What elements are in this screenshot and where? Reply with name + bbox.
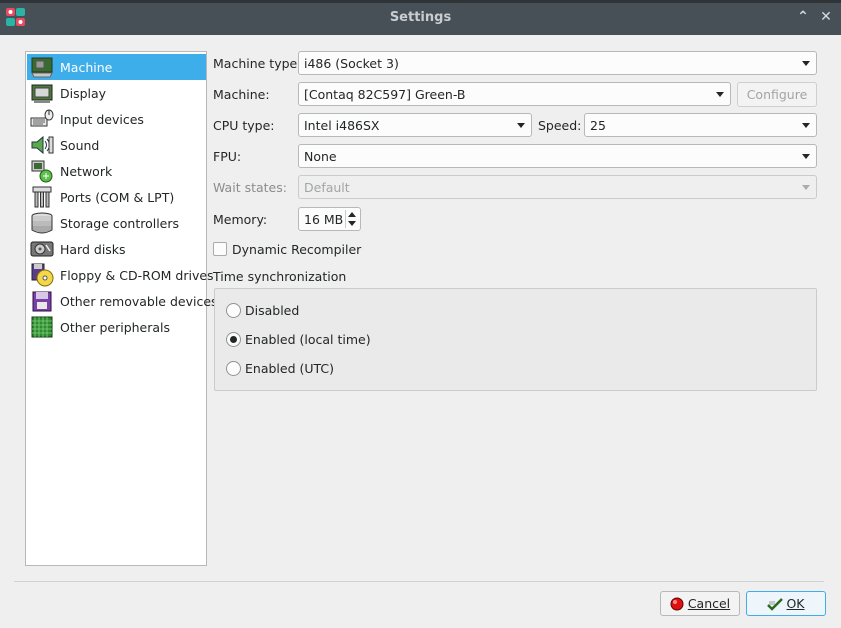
spin-up-icon[interactable] bbox=[348, 212, 356, 217]
input-devices-icon bbox=[30, 109, 54, 127]
machine-value: [Contaq 82C597] Green-B bbox=[304, 86, 466, 102]
sidebar-item-network[interactable]: Network bbox=[27, 158, 206, 184]
sidebar-item-machine[interactable]: Machine bbox=[27, 54, 206, 80]
title-bar[interactable]: Settings ⌃ ✕ bbox=[0, 0, 841, 35]
cancel-button[interactable]: Cancel bbox=[660, 591, 740, 616]
configure-button[interactable]: Configure bbox=[737, 82, 817, 107]
sidebar-item-label: Input devices bbox=[60, 111, 144, 127]
machine-type-select[interactable]: i486 (Socket 3) bbox=[298, 51, 817, 75]
wait-states-label: Wait states: bbox=[213, 180, 287, 195]
spin-down-icon[interactable] bbox=[348, 221, 356, 226]
sidebar-item-label: Network bbox=[60, 163, 113, 179]
speed-label: Speed: bbox=[538, 118, 582, 133]
chevron-down-icon bbox=[802, 154, 810, 159]
memory-spinbox[interactable]: 16 MB bbox=[298, 207, 361, 231]
sidebar-item-display[interactable]: Display bbox=[27, 80, 206, 106]
time-sync-local-label[interactable]: Enabled (local time) bbox=[245, 332, 371, 347]
button-box-divider bbox=[14, 581, 824, 582]
machine-icon bbox=[31, 57, 53, 78]
time-sync-local-radio[interactable] bbox=[226, 332, 241, 347]
window-title: Settings bbox=[389, 10, 452, 25]
time-sync-utc-label[interactable]: Enabled (UTC) bbox=[245, 361, 334, 376]
sidebar-item-sound[interactable]: Sound bbox=[27, 132, 206, 158]
speed-value: 25 bbox=[590, 117, 606, 133]
hard-disks-icon bbox=[30, 241, 54, 257]
memory-label: Memory: bbox=[213, 212, 268, 227]
network-icon bbox=[31, 160, 53, 183]
sound-icon bbox=[31, 135, 54, 155]
settings-window: Settings ⌃ ✕ Machine Display Input devic… bbox=[0, 0, 841, 628]
cpu-type-select[interactable]: Intel i486SX bbox=[298, 113, 532, 137]
fpu-value: None bbox=[304, 148, 337, 164]
memory-value: 16 MB bbox=[304, 211, 344, 227]
time-sync-disabled-radio[interactable] bbox=[226, 303, 241, 318]
fpu-label: FPU: bbox=[213, 149, 242, 164]
spin-separator bbox=[345, 210, 346, 228]
sidebar-item-label: Sound bbox=[60, 137, 100, 153]
title-bar-edge bbox=[0, 0, 841, 3]
wait-states-value: Default bbox=[304, 179, 350, 195]
dynamic-recompiler-checkbox[interactable] bbox=[213, 242, 227, 256]
machine-label: Machine: bbox=[213, 87, 270, 102]
sidebar-item-label: Storage controllers bbox=[60, 215, 180, 231]
machine-select[interactable]: [Contaq 82C597] Green-B bbox=[298, 82, 731, 106]
chevron-down-icon bbox=[716, 92, 724, 97]
sidebar-item-ports[interactable]: Ports (COM & LPT) bbox=[27, 184, 206, 210]
sidebar-item-removable-devices[interactable]: Other removable devices bbox=[27, 288, 218, 314]
speed-select[interactable]: 25 bbox=[584, 113, 817, 137]
display-icon bbox=[31, 84, 53, 103]
ok-label: OK bbox=[786, 596, 805, 611]
sidebar-item-floppy-cdrom[interactable]: Floppy & CD-ROM drives bbox=[27, 262, 214, 288]
close-icon[interactable]: ✕ bbox=[817, 8, 835, 26]
storage-controllers-icon bbox=[31, 212, 53, 234]
cpu-type-value: Intel i486SX bbox=[304, 117, 380, 133]
settings-category-list[interactable]: Machine Display Input devices Sound Netw… bbox=[25, 51, 218, 566]
time-sync-heading: Time synchronization bbox=[213, 269, 347, 284]
sidebar-item-storage-controllers[interactable]: Storage controllers bbox=[27, 210, 206, 236]
time-sync-utc-radio[interactable] bbox=[226, 361, 241, 376]
sidebar-item-label: Display bbox=[60, 85, 107, 101]
fpu-select[interactable]: None bbox=[298, 144, 817, 168]
chevron-down-icon bbox=[802, 123, 810, 128]
chevron-down-icon bbox=[802, 185, 810, 190]
sidebar-item-other-peripherals[interactable]: Other peripherals bbox=[27, 314, 206, 340]
chevron-down-icon bbox=[517, 123, 525, 128]
cpu-type-label: CPU type: bbox=[213, 118, 275, 133]
ports-icon bbox=[32, 186, 52, 208]
sidebar-item-label: Ports (COM & LPT) bbox=[60, 189, 175, 205]
machine-type-label: Machine type: bbox=[213, 56, 302, 71]
ok-button[interactable]: OK bbox=[746, 591, 826, 616]
removable-devices-icon bbox=[32, 291, 52, 312]
checkmark-icon bbox=[767, 597, 784, 611]
sidebar-item-label: Hard disks bbox=[60, 241, 126, 257]
sidebar-item-hard-disks[interactable]: Hard disks bbox=[27, 236, 206, 262]
wait-states-select[interactable]: Default bbox=[298, 175, 817, 199]
time-sync-disabled-label[interactable]: Disabled bbox=[245, 303, 299, 318]
dynamic-recompiler-label[interactable]: Dynamic Recompiler bbox=[232, 242, 361, 257]
machine-type-value: i486 (Socket 3) bbox=[304, 55, 399, 71]
floppy-cdrom-icon bbox=[31, 263, 54, 287]
time-sync-group: Disabled Enabled (local time) Enabled (U… bbox=[214, 288, 817, 391]
app-icon bbox=[6, 8, 25, 26]
cancel-label: Cancel bbox=[687, 596, 731, 611]
collapse-icon[interactable]: ⌃ bbox=[794, 8, 812, 26]
sidebar-item-label: Other peripherals bbox=[60, 319, 171, 335]
sidebar-item-input-devices[interactable]: Input devices bbox=[27, 106, 206, 132]
sidebar-item-label: Floppy & CD-ROM drives bbox=[60, 267, 214, 283]
peripherals-icon bbox=[31, 316, 53, 338]
sidebar-item-label: Machine bbox=[60, 59, 113, 75]
sidebar-item-label: Other removable devices bbox=[60, 293, 218, 309]
stop-icon bbox=[670, 597, 684, 610]
chevron-down-icon bbox=[802, 61, 810, 66]
